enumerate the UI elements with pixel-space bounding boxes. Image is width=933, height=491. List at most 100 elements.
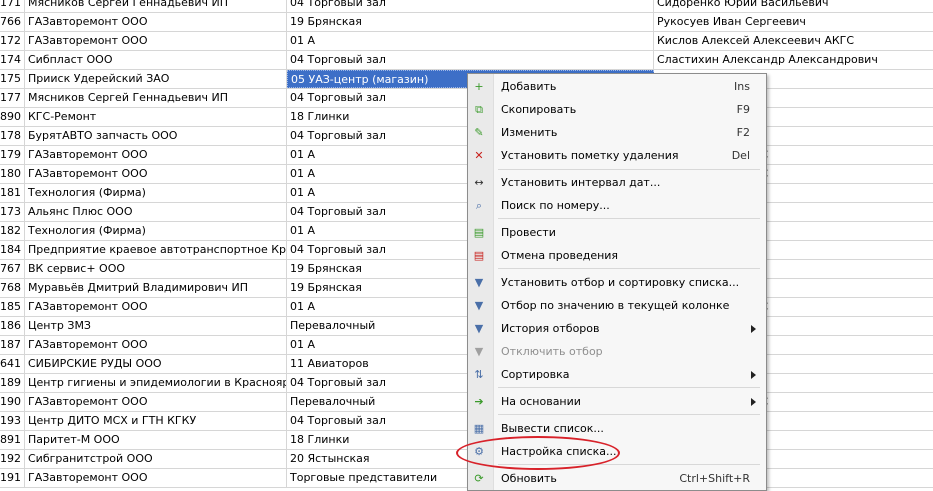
add-icon: +: [474, 80, 484, 93]
row-number-cell: 187: [0, 336, 25, 354]
menu-separator: [498, 414, 760, 415]
row-number-cell: 193: [0, 412, 25, 430]
menu-item-shortcut: Ctrl+Shift+R: [679, 472, 750, 485]
row-number-cell: 179: [0, 146, 25, 164]
organization-cell: Альянс Плюс ООО: [25, 203, 287, 221]
organization-cell: Мясников Сергей Геннадьевич ИП: [25, 89, 287, 107]
row-number-cell: 191: [0, 469, 25, 487]
menu-item-delete-mark[interactable]: ✕ Установить пометку удаления Del: [468, 145, 766, 167]
row-number-cell: 177: [0, 89, 25, 107]
row-number-cell: 189: [0, 374, 25, 392]
menu-item-shortcut: Del: [731, 149, 750, 162]
refresh-icon: ⟳: [474, 472, 484, 485]
row-number-cell: 171: [0, 0, 25, 12]
menu-item-copy[interactable]: ⧉ Скопировать F9: [468, 99, 766, 121]
filter-value-icon: ▼: [474, 299, 484, 312]
menu-item-refresh[interactable]: ⟳ Обновить Ctrl+Shift+R: [468, 468, 766, 490]
menu-item-label: История отборов: [501, 322, 600, 335]
menu-item-shortcut: F2: [736, 126, 750, 139]
highlight-ellipse: [456, 436, 620, 470]
filter-sort-icon: ▼: [474, 276, 484, 289]
menu-separator: [498, 387, 760, 388]
row-number-cell: 890: [0, 108, 25, 126]
organization-cell: ГАЗавторемонт ООО: [25, 146, 287, 164]
organization-cell: ГАЗавторемонт ООО: [25, 298, 287, 316]
delete-mark-icon: ✕: [474, 149, 484, 162]
row-number-cell: 766: [0, 13, 25, 31]
row-number-cell: 768: [0, 279, 25, 297]
responsible-cell: Сластихин Александр Александрович: [657, 53, 878, 66]
row-number-cell: 181: [0, 184, 25, 202]
organization-cell: Центр ДИТО МСХ и ГТН КГКУ: [25, 412, 287, 430]
organization-cell: ВК сервис+ ООО: [25, 260, 287, 278]
row-number-cell: 175: [0, 70, 25, 88]
post-icon: ▤: [473, 226, 485, 239]
organization-cell: Муравьёв Дмитрий Владимирович ИП: [25, 279, 287, 297]
menu-item-label: На основании: [501, 395, 581, 408]
organization-cell: СИБИРСКИЕ РУДЫ ООО: [25, 355, 287, 373]
menu-item-filter-value[interactable]: ▼ Отбор по значению в текущей колонке: [468, 295, 766, 317]
row-number-cell: 192: [0, 450, 25, 468]
menu-item-label: Добавить: [501, 80, 557, 93]
context-menu: + Добавить Ins ⧉ Скопировать F9 ✎ Изменить F2 ✕ Ус…: [467, 73, 767, 491]
organization-cell: Прииск Удерейский ЗАО: [25, 70, 287, 88]
organization-cell: Технология (Фирма): [25, 222, 287, 240]
menu-item-search-number[interactable]: ⌕ Поиск по номеру...: [468, 195, 766, 217]
store-cell: 04 Торговый зал: [287, 0, 654, 12]
menu-separator: [498, 169, 760, 170]
organization-cell: Сибгранитстрой ООО: [25, 450, 287, 468]
menu-item-label: Поиск по номеру...: [501, 199, 610, 212]
row-number-cell: 172: [0, 32, 25, 50]
row-number-cell: 178: [0, 127, 25, 145]
menu-item-label: Установить пометку удаления: [501, 149, 679, 162]
organization-cell: Предприятие краевое автотранспортное Кра…: [25, 241, 287, 259]
menu-separator: [498, 218, 760, 219]
menu-item-shortcut: F9: [736, 103, 750, 116]
date-interval-icon: ↔: [474, 176, 484, 189]
menu-item-based-on[interactable]: ➔ На основании: [468, 391, 766, 413]
row-number-cell: 173: [0, 203, 25, 221]
submenu-arrow-icon: [751, 398, 756, 406]
row-number-cell: 174: [0, 51, 25, 69]
edit-icon: ✎: [474, 126, 484, 139]
filter-history-icon: ▼: [474, 322, 484, 335]
responsible-cell: Рукосуев Иван Сергеевич: [657, 15, 806, 28]
table-row[interactable]: 766 ГАЗавторемонт ООО 19 Брянская Рукосуев …: [0, 13, 933, 32]
menu-item-unpost[interactable]: ▤ Отмена проведения: [468, 245, 766, 267]
menu-item-label: Установить интервал дат...: [501, 176, 661, 189]
menu-item-filter-off[interactable]: ▼ Отключить отбор: [468, 341, 766, 363]
copy-icon: ⧉: [475, 103, 483, 116]
store-cell: 01 А: [287, 32, 654, 50]
submenu-arrow-icon: [751, 371, 756, 379]
menu-item-add[interactable]: + Добавить Ins: [468, 76, 766, 98]
store-cell: 19 Брянская: [287, 13, 654, 31]
menu-item-edit[interactable]: ✎ Изменить F2: [468, 122, 766, 144]
row-number-cell: 641: [0, 355, 25, 373]
responsible-cell: Кислов Алексей Алексеевич АКГС: [657, 34, 855, 47]
row-number-cell: 186: [0, 317, 25, 335]
organization-cell: Мясников Сергей Геннадьевич ИП: [25, 0, 287, 12]
table-row[interactable]: 174 Сибпласт ООО 04 Торговый зал Сластихин …: [0, 51, 933, 70]
organization-cell: ГАЗавторемонт ООО: [25, 165, 287, 183]
menu-item-post[interactable]: ▤ Провести: [468, 222, 766, 244]
row-number-cell: 891: [0, 431, 25, 449]
menu-item-label: Изменить: [501, 126, 558, 139]
submenu-arrow-icon: [751, 325, 756, 333]
menu-item-filter-sort[interactable]: ▼ Установить отбор и сортировку списка...: [468, 272, 766, 294]
organization-cell: ГАЗавторемонт ООО: [25, 469, 287, 487]
menu-item-shortcut: Ins: [734, 80, 750, 93]
row-number-cell: 182: [0, 222, 25, 240]
menu-item-label: Установить отбор и сортировку списка...: [501, 276, 740, 289]
row-number-cell: 767: [0, 260, 25, 278]
table-row[interactable]: 172 ГАЗавторемонт ООО 01 А Кислов Алексей А…: [0, 32, 933, 51]
menu-item-filter-history[interactable]: ▼ История отборов: [468, 318, 766, 340]
responsible-cell: Сидоренко Юрий Васильевич: [657, 0, 829, 9]
table-row[interactable]: 171 Мясников Сергей Геннадьевич ИП 04 Торг…: [0, 0, 933, 13]
menu-item-label: Сортировка: [501, 368, 570, 381]
menu-item-date-interval[interactable]: ↔ Установить интервал дат...: [468, 172, 766, 194]
menu-item-label: Отбор по значению в текущей колонке: [501, 299, 730, 312]
menu-item-label: Отключить отбор: [501, 345, 603, 358]
organization-cell: БурятАВТО запчасть ООО: [25, 127, 287, 145]
menu-item-sort[interactable]: ⇅ Сортировка: [468, 364, 766, 386]
filter-off-icon: ▼: [474, 345, 484, 358]
